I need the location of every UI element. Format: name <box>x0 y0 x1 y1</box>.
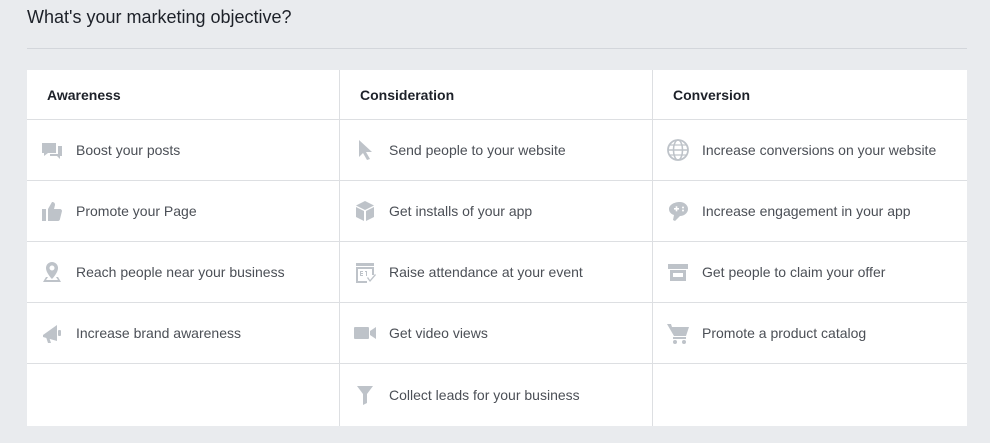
objective-label: Reach people near your business <box>76 264 285 280</box>
column-conversion: Conversion Increase conversions on your … <box>653 70 967 426</box>
objective-label: Raise attendance at your event <box>389 264 583 280</box>
objective-boost-posts[interactable]: Boost your posts <box>27 120 339 181</box>
objective-website-conversions[interactable]: Increase conversions on your website <box>653 120 967 181</box>
funnel-icon <box>353 383 377 407</box>
objective-promote-page[interactable]: Promote your Page <box>27 181 339 242</box>
objective-label: Promote your Page <box>76 203 197 219</box>
empty-cell <box>653 364 967 425</box>
megaphone-icon <box>40 321 64 345</box>
box-icon <box>353 199 377 223</box>
game-controller-icon <box>666 199 690 223</box>
column-header-consideration: Consideration <box>340 70 652 120</box>
objective-label: Promote a product catalog <box>702 325 867 341</box>
objective-brand-awareness[interactable]: Increase brand awareness <box>27 303 339 364</box>
title-divider <box>27 48 967 49</box>
objective-app-engagement[interactable]: Increase engagement in your app <box>653 181 967 242</box>
column-header-awareness: Awareness <box>27 70 339 120</box>
video-camera-icon <box>353 321 377 345</box>
storefront-icon <box>666 260 690 284</box>
objective-event-responses[interactable]: Raise attendance at your event <box>340 242 652 303</box>
shopping-cart-icon <box>666 321 690 345</box>
objective-video-views[interactable]: Get video views <box>340 303 652 364</box>
empty-cell <box>27 364 339 425</box>
objective-reach-nearby[interactable]: Reach people near your business <box>27 242 339 303</box>
objective-label: Send people to your website <box>389 142 566 158</box>
objective-label: Collect leads for your business <box>389 386 580 403</box>
column-consideration: Consideration Send people to your websit… <box>340 70 653 426</box>
objective-label: Get installs of your app <box>389 203 533 219</box>
objective-label: Increase conversions on your website <box>702 142 937 158</box>
location-pin-icon <box>40 260 64 284</box>
objective-label: Get people to claim your offer <box>702 264 886 280</box>
objective-grid: Awareness Boost your posts Promote your … <box>27 70 967 426</box>
thumbs-up-icon <box>40 199 64 223</box>
cursor-icon <box>353 138 377 162</box>
column-awareness: Awareness Boost your posts Promote your … <box>27 70 340 426</box>
globe-icon <box>666 138 690 162</box>
calendar-icon <box>353 260 377 284</box>
objective-product-catalog[interactable]: Promote a product catalog <box>653 303 967 364</box>
page-title: What's your marketing objective? <box>27 7 292 27</box>
speech-bubbles-icon <box>40 138 64 162</box>
objective-label: Get video views <box>389 325 488 341</box>
column-header-conversion: Conversion <box>653 70 967 120</box>
objective-label: Increase engagement in your app <box>702 203 911 219</box>
objective-offer-claims[interactable]: Get people to claim your offer <box>653 242 967 303</box>
objective-website-traffic[interactable]: Send people to your website <box>340 120 652 181</box>
objective-app-installs[interactable]: Get installs of your app <box>340 181 652 242</box>
objective-label: Increase brand awareness <box>76 325 241 341</box>
objective-label: Boost your posts <box>76 142 181 158</box>
objective-lead-generation[interactable]: Collect leads for your business <box>340 364 652 425</box>
